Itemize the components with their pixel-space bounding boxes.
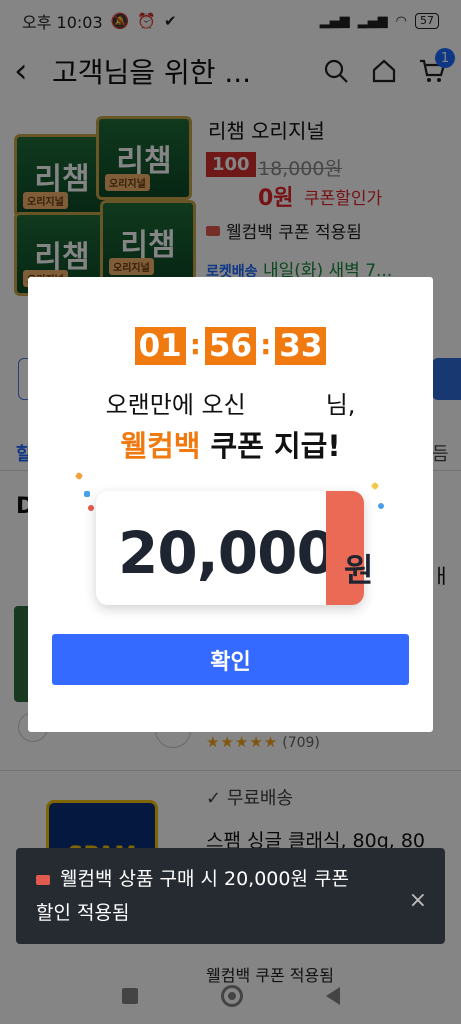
confetti xyxy=(84,491,90,497)
toast-line-2: 할인 적용됨 xyxy=(36,902,130,924)
timer-minutes: 56 xyxy=(204,327,257,365)
confirm-button[interactable]: 확인 xyxy=(52,634,409,685)
coupon-amount: 20,000 xyxy=(118,519,337,587)
headline-accent: 웰컴백 xyxy=(120,429,201,463)
confetti xyxy=(74,471,84,481)
recent-apps-icon[interactable] xyxy=(121,988,138,1004)
system-nav-bar xyxy=(0,968,461,1024)
currency-label: 원 xyxy=(344,551,374,589)
confetti xyxy=(378,503,384,509)
timer-separator: : xyxy=(260,328,272,361)
toast-line-1: 웰컴백 상품 구매 시 20,000원 쿠폰 xyxy=(60,868,349,890)
headline-rest: 쿠폰 지급! xyxy=(200,429,341,463)
timer-separator: : xyxy=(189,328,201,361)
welcome-back-modal: 01 : 56 : 33 오랜만에 오신 님, 웰컴백 쿠폰 지급! 20,000… xyxy=(28,277,433,732)
greeting-post: 님, xyxy=(325,391,356,419)
timer-hours: 01 xyxy=(134,327,186,365)
back-button-icon[interactable] xyxy=(325,987,340,1005)
coupon-toast: 웰컴백 상품 구매 시 20,000원 쿠폰 할인 적용됨 × xyxy=(16,848,445,944)
countdown-timer: 01 : 56 : 33 xyxy=(28,327,433,365)
greeting: 오랜만에 오신 님, xyxy=(28,385,433,420)
close-icon[interactable]: × xyxy=(409,884,427,918)
home-button-icon[interactable] xyxy=(220,985,243,1007)
timer-seconds: 33 xyxy=(275,327,327,365)
greeting-pre: 오랜만에 오신 xyxy=(105,391,246,419)
coupon-card: 20,000 xyxy=(96,491,364,605)
confetti xyxy=(370,481,380,491)
headline: 웰컴백 쿠폰 지급! xyxy=(28,423,433,465)
coupon-tag-icon xyxy=(36,875,50,885)
confetti xyxy=(88,505,94,511)
